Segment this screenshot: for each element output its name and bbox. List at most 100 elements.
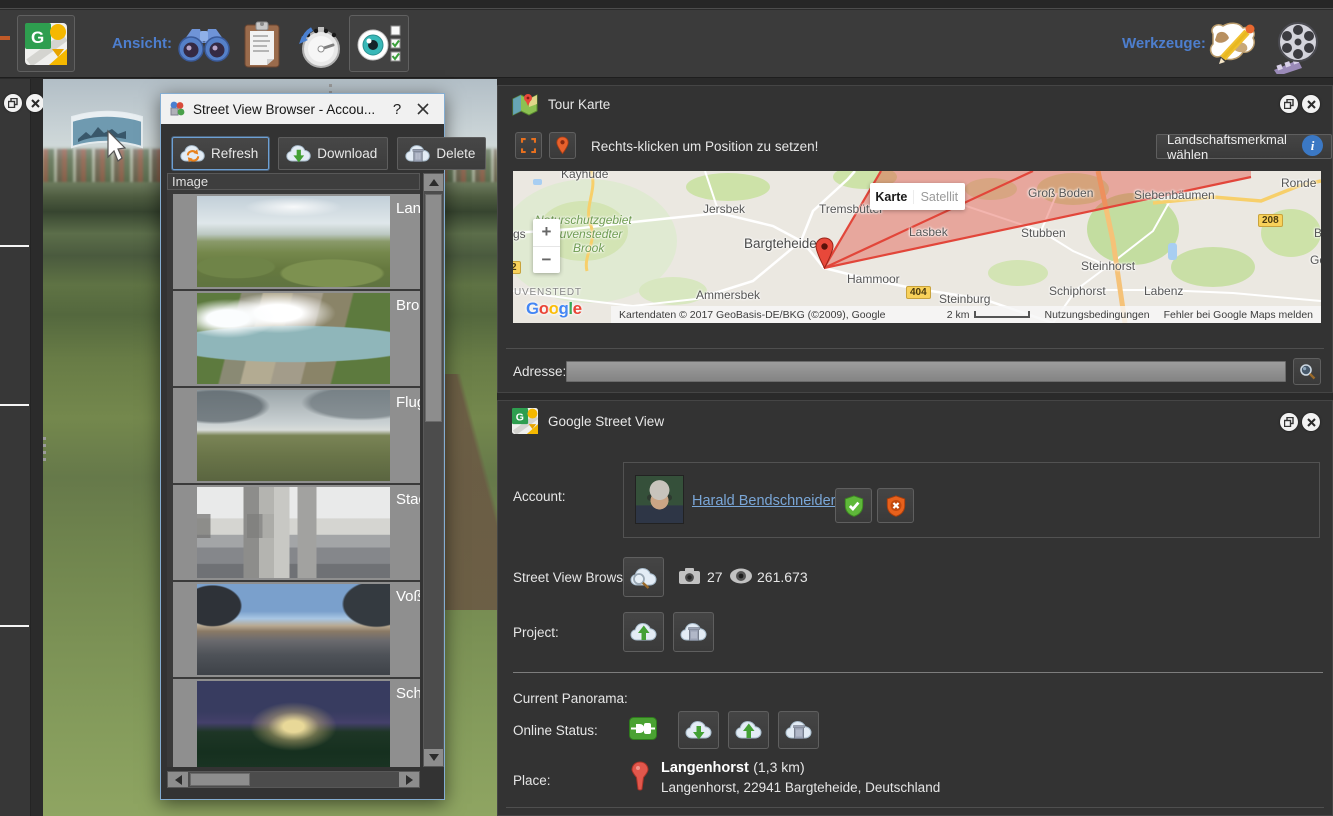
float-window-icon bbox=[8, 98, 18, 108]
werkzeuge-label: Werkzeuge: bbox=[1122, 35, 1206, 52]
panorama-thumbnail bbox=[197, 584, 390, 675]
timer-stopwatch-icon[interactable] bbox=[296, 22, 344, 75]
account-name-link[interactable]: Harald Bendschneider bbox=[692, 493, 835, 509]
panorama-name: Voßl bbox=[396, 588, 420, 605]
info-icon[interactable]: i bbox=[1302, 135, 1323, 156]
map-fullscreen-button[interactable] bbox=[515, 132, 542, 159]
scroll-up-button[interactable] bbox=[424, 174, 443, 191]
list-item[interactable]: Broo bbox=[173, 291, 420, 386]
refresh-button[interactable]: Refresh bbox=[172, 137, 269, 170]
landmark-button-label: Landschaftsmerkmal wählen bbox=[1167, 132, 1321, 162]
photo-count-value: 27 bbox=[707, 569, 723, 585]
scroll-right-button[interactable] bbox=[399, 772, 419, 787]
open-browser-button[interactable] bbox=[623, 557, 664, 597]
cloud-trash-icon bbox=[783, 717, 815, 743]
section-divider bbox=[513, 672, 1323, 673]
search-binoculars-icon[interactable] bbox=[176, 23, 232, 70]
street-view-float-button[interactable] bbox=[1280, 413, 1298, 431]
dialog-app-icon bbox=[169, 101, 185, 117]
download-button[interactable]: Download bbox=[278, 137, 388, 170]
image-column-header[interactable]: Image bbox=[167, 173, 420, 190]
horizontal-scrollbar-thumb[interactable] bbox=[190, 773, 250, 786]
google-map-canvas[interactable]: Kayhude Jersbek Tremsbüttel Bargteheide … bbox=[513, 171, 1321, 323]
splitter-dots-top[interactable] bbox=[329, 84, 332, 93]
tour-karte-float-button[interactable] bbox=[1280, 95, 1298, 113]
map-pin-icon bbox=[556, 136, 569, 155]
list-item[interactable]: Schl bbox=[173, 679, 420, 767]
dialog-titlebar[interactable]: Street View Browser - Accou... ? bbox=[161, 94, 444, 124]
panorama-name: Stad bbox=[396, 491, 420, 508]
tour-map-icon bbox=[512, 92, 538, 116]
list-item[interactable]: Lang bbox=[173, 194, 420, 289]
map-type-karte-button[interactable]: Karte bbox=[870, 190, 914, 204]
panorama-thumbnail bbox=[197, 487, 390, 578]
map-zoom-out-button[interactable]: − bbox=[533, 247, 560, 274]
street-view-close-button[interactable] bbox=[1302, 413, 1320, 431]
map-label: Stubben bbox=[1021, 226, 1066, 240]
delete-button[interactable]: Delete bbox=[397, 137, 486, 170]
views-count-icon bbox=[729, 568, 753, 584]
map-type-satellit-button[interactable]: Satellit bbox=[914, 190, 965, 204]
vertical-scrollbar-thumb[interactable] bbox=[425, 194, 442, 422]
eye-checklist-icon bbox=[355, 23, 403, 65]
dialog-help-button[interactable]: ? bbox=[384, 101, 410, 118]
map-label: Steinhorst bbox=[1081, 259, 1135, 273]
map-report-link[interactable]: Fehler bei Google Maps melden bbox=[1164, 309, 1313, 321]
map-label: Jersbek bbox=[703, 202, 745, 216]
map-label: Hammoor bbox=[847, 272, 900, 286]
list-item[interactable]: Stad bbox=[173, 485, 420, 580]
map-edit-tool-icon[interactable] bbox=[1205, 20, 1263, 73]
road-badge-208: 208 bbox=[1258, 214, 1283, 227]
panorama-name: Flug bbox=[396, 394, 420, 411]
online-status-label: Online Status: bbox=[513, 723, 598, 738]
tour-karte-close-button[interactable] bbox=[1302, 95, 1320, 113]
panorama-download-button[interactable] bbox=[678, 711, 719, 749]
street-view-browser-dialog: Street View Browser - Accou... ? Refresh bbox=[160, 93, 445, 800]
preview-checklist-button[interactable] bbox=[349, 15, 409, 72]
horizontal-scrollbar[interactable] bbox=[167, 771, 420, 788]
panorama-delete-button[interactable] bbox=[778, 711, 819, 749]
account-verified-button[interactable] bbox=[835, 488, 872, 523]
scroll-down-button[interactable] bbox=[424, 749, 443, 766]
shield-check-icon bbox=[843, 494, 865, 518]
pano-panel-close-button[interactable] bbox=[26, 94, 44, 112]
place-address: Langenhorst, 22941 Bargteheide, Deutschl… bbox=[661, 780, 940, 795]
map-zoom-in-button[interactable]: + bbox=[533, 219, 560, 247]
google-street-view-logo-icon: G bbox=[25, 23, 67, 65]
account-logout-button[interactable] bbox=[877, 488, 914, 523]
map-position-marker[interactable] bbox=[815, 237, 834, 270]
scroll-left-button[interactable] bbox=[168, 772, 188, 787]
float-window-icon bbox=[1284, 417, 1294, 427]
map-label: UVENSTEDT bbox=[514, 287, 582, 298]
map-hint-text: Rechts-klicken um Position zu setzen! bbox=[591, 139, 818, 154]
current-panorama-label: Current Panorama: bbox=[513, 691, 628, 706]
adresse-input[interactable] bbox=[566, 361, 1286, 382]
list-item[interactable]: Flug bbox=[173, 388, 420, 483]
project-delete-button[interactable] bbox=[673, 612, 714, 652]
account-box: Harald Bendschneider bbox=[623, 462, 1320, 538]
map-label: Steinburg bbox=[939, 292, 990, 306]
map-label: Lasbek bbox=[909, 225, 948, 239]
google-logo[interactable]: Google bbox=[526, 299, 582, 319]
right-arrow-icon bbox=[406, 775, 413, 785]
vertical-scrollbar[interactable] bbox=[423, 173, 444, 767]
film-reel-icon[interactable] bbox=[1268, 20, 1324, 79]
panorama-upload-button[interactable] bbox=[728, 711, 769, 749]
tour-karte-title: Tour Karte bbox=[548, 97, 610, 112]
panorama-name: Lang bbox=[396, 200, 420, 217]
photo-count-icon bbox=[678, 567, 701, 585]
pano-panel-float-button[interactable] bbox=[4, 94, 22, 112]
project-upload-button[interactable] bbox=[623, 612, 664, 652]
map-type-switch: Karte Satellit bbox=[870, 183, 965, 210]
cloud-refresh-icon bbox=[178, 142, 208, 165]
clipboard-list-icon[interactable] bbox=[244, 21, 280, 74]
street-view-mode-button[interactable]: G bbox=[17, 15, 75, 72]
set-position-button[interactable] bbox=[549, 132, 576, 159]
adresse-search-button[interactable] bbox=[1293, 358, 1321, 385]
dialog-close-button[interactable] bbox=[410, 102, 436, 116]
search-icon bbox=[1299, 363, 1316, 380]
left-arrow-icon bbox=[175, 775, 182, 785]
map-terms-link[interactable]: Nutzungsbedingungen bbox=[1044, 309, 1149, 321]
list-item[interactable]: Voßl bbox=[173, 582, 420, 677]
pano-splitter-handle[interactable] bbox=[43, 437, 46, 461]
